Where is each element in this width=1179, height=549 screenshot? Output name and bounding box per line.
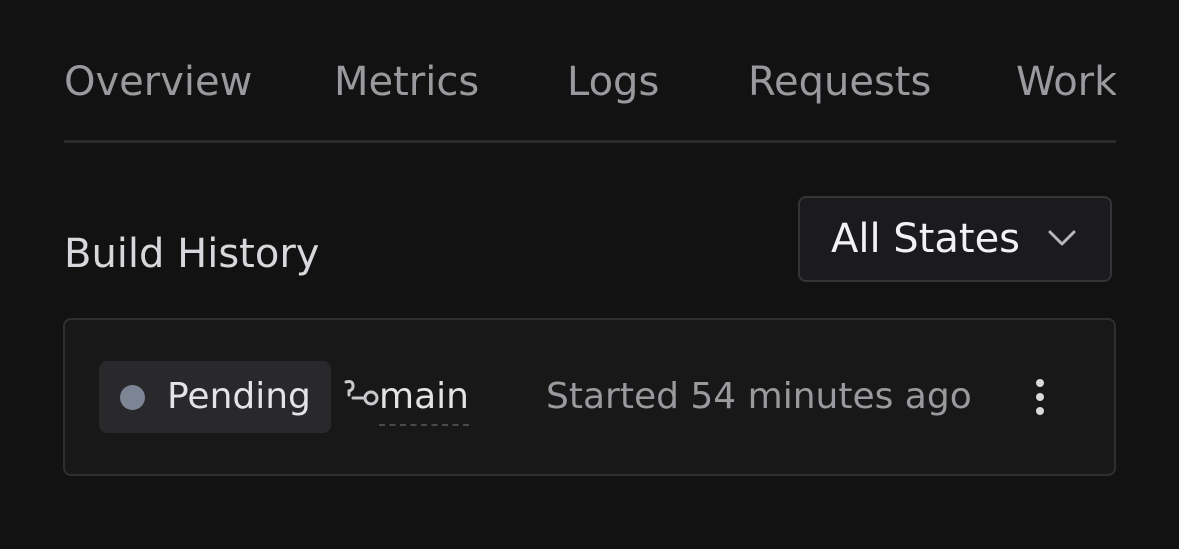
service-page: Overview Metrics Logs Requests Work Buil… — [0, 0, 1179, 549]
tab-bar: Overview Metrics Logs Requests Work — [64, 52, 1116, 112]
tab-logs[interactable]: Logs — [567, 52, 659, 112]
tab-work[interactable]: Work — [1016, 52, 1116, 112]
started-time: Started 54 minutes ago — [546, 376, 972, 417]
status-dot-icon — [120, 385, 145, 410]
status-badge: Pending — [99, 361, 331, 433]
tab-requests[interactable]: Requests — [748, 52, 931, 112]
tab-metrics[interactable]: Metrics — [334, 52, 479, 112]
status-label: Pending — [167, 376, 311, 417]
tab-divider — [64, 140, 1116, 143]
state-filter-value: All States — [831, 216, 1021, 262]
branch-link[interactable]: main — [379, 372, 469, 426]
build-row[interactable]: Pending main Started 54 minutes ago — [63, 318, 1116, 476]
chevron-down-icon — [1048, 230, 1076, 246]
state-filter-dropdown[interactable]: All States — [798, 196, 1112, 282]
git-branch-icon — [344, 380, 379, 406]
tab-overview[interactable]: Overview — [64, 52, 252, 112]
build-history-title: Build History — [64, 231, 320, 277]
more-vertical-icon[interactable] — [1023, 375, 1057, 419]
